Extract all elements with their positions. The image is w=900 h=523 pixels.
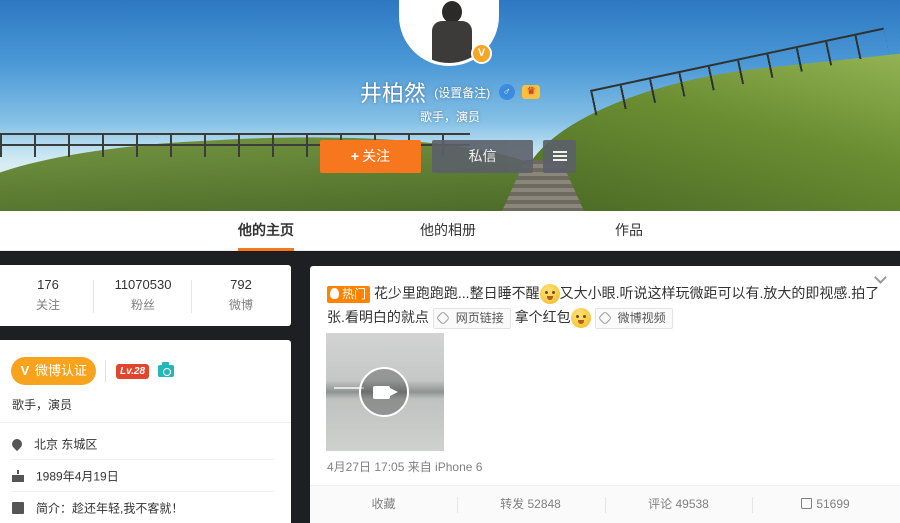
location-text: 北京 东城区 (34, 437, 98, 452)
sleepy-emoji-icon (539, 284, 560, 305)
bio-row: 简介：趁还年轻,我不客就！ (12, 493, 274, 523)
like-button[interactable]: 51699 (752, 486, 899, 523)
flame-icon (330, 287, 339, 299)
divider (191, 280, 192, 313)
vip-member-icon[interactable]: ♛ (522, 85, 541, 99)
camera-icon[interactable] (158, 362, 174, 377)
verified-badge-icon: V (471, 43, 492, 64)
weibo-verify-badge[interactable]: V 微博认证 (11, 357, 96, 385)
post-action-bar: 收藏 转发 52848 评论 49538 51699 (310, 485, 900, 523)
verify-v-icon: V (20, 363, 30, 378)
birthday-row: 1989年4月19日 (12, 461, 274, 492)
shy-emoji-icon (570, 308, 591, 329)
profile-name: 井柏然 (359, 81, 426, 106)
weibo-label: 微博 (228, 298, 253, 312)
plus-icon: + (350, 148, 360, 164)
video-camera-icon (373, 386, 398, 399)
bio-text: 简介：趁还年轻,我不客就！ (36, 501, 184, 516)
comment-button[interactable]: 评论 49538 (605, 486, 752, 523)
birthday-cake-icon (12, 469, 24, 482)
following-label: 关注 (35, 298, 60, 312)
video-thumbnail[interactable] (326, 333, 444, 451)
weibo-count[interactable]: 792 微博 (193, 277, 289, 313)
fans-count[interactable]: 11070530 粉丝 (95, 277, 191, 313)
repost-button[interactable]: 转发 52848 (457, 486, 604, 523)
location-row: 北京 东城区 (9, 429, 274, 460)
bio-icon (12, 501, 24, 514)
link-icon (435, 310, 450, 325)
like-count: 51699 (816, 497, 850, 511)
feed-card: 热门 花少里跑跑跑...整日睡不醒 又大小眼.听说这样玩微距可以有.放大的即视感.… (310, 266, 900, 523)
post-text: 热门 花少里跑跑跑...整日睡不醒 又大小眼.听说这样玩微距可以有.放大的即视感.… (327, 281, 892, 329)
profile-cover: V 井柏然 (设置备注) ♂ ♛ 歌手，演员 + 关注 私信 (0, 0, 900, 211)
weibo-video-label: 微博视频 (617, 310, 666, 325)
post-text-part: 拿个红包 (514, 309, 571, 325)
following-number: 176 (37, 277, 59, 292)
play-video-icon[interactable] (359, 367, 409, 417)
weibo-number: 792 (230, 277, 252, 292)
set-remark-link[interactable]: (设置备注) (434, 84, 490, 101)
divider (105, 360, 106, 382)
divider (93, 280, 94, 313)
message-label: 私信 (468, 148, 497, 164)
web-link-label: 网页链接 (455, 310, 504, 325)
counts-panel: 176 关注 11070530 粉丝 792 微博 (0, 265, 291, 326)
post-meta[interactable]: 4月27日 17:05 来自 iPhone 6 (327, 458, 482, 475)
tab-works[interactable]: 作品 (615, 211, 643, 251)
profile-intro: 歌手，演员 (419, 110, 480, 124)
tab-album[interactable]: 他的相册 (420, 211, 476, 251)
weibo-video-chip[interactable]: 微博视频 (594, 307, 673, 329)
message-button[interactable]: 私信 (432, 140, 533, 173)
level-badge[interactable]: Lv.28 (116, 364, 149, 379)
post-text-part: 花少里跑跑跑...整日睡不醒 (373, 285, 540, 301)
favorite-button[interactable]: 收藏 (310, 486, 457, 523)
fans-label: 粉丝 (130, 298, 155, 312)
profile-tabbar: 他的主页 他的相册 作品 (0, 211, 900, 251)
birthday-text: 1989年4月19日 (36, 469, 119, 484)
divider (0, 422, 291, 423)
hot-label: 热门 (342, 286, 367, 301)
thumbs-up-icon (801, 498, 813, 509)
follow-label: 关注 (362, 148, 391, 164)
web-link-chip[interactable]: 网页链接 (432, 307, 511, 329)
name-row: 井柏然 (设置备注) ♂ ♛ (0, 76, 900, 108)
link-icon (597, 310, 612, 325)
menu-icon (552, 151, 567, 161)
follow-button[interactable]: + 关注 (320, 140, 421, 173)
tab-home[interactable]: 他的主页 (238, 211, 294, 251)
following-count[interactable]: 176 关注 (0, 277, 96, 313)
fans-number: 11070530 (114, 277, 172, 292)
male-icon: ♂ (498, 84, 515, 100)
hot-badge[interactable]: 热门 (327, 285, 371, 303)
location-icon (9, 436, 25, 451)
more-button[interactable] (543, 140, 576, 173)
profile-info-panel: V 微博认证 Lv.28 歌手，演员 北京 东城区 1989年4月19日 简介：趁… (0, 340, 291, 523)
verify-label: 微博认证 (35, 363, 88, 378)
verify-description: 歌手，演员 (12, 398, 73, 412)
